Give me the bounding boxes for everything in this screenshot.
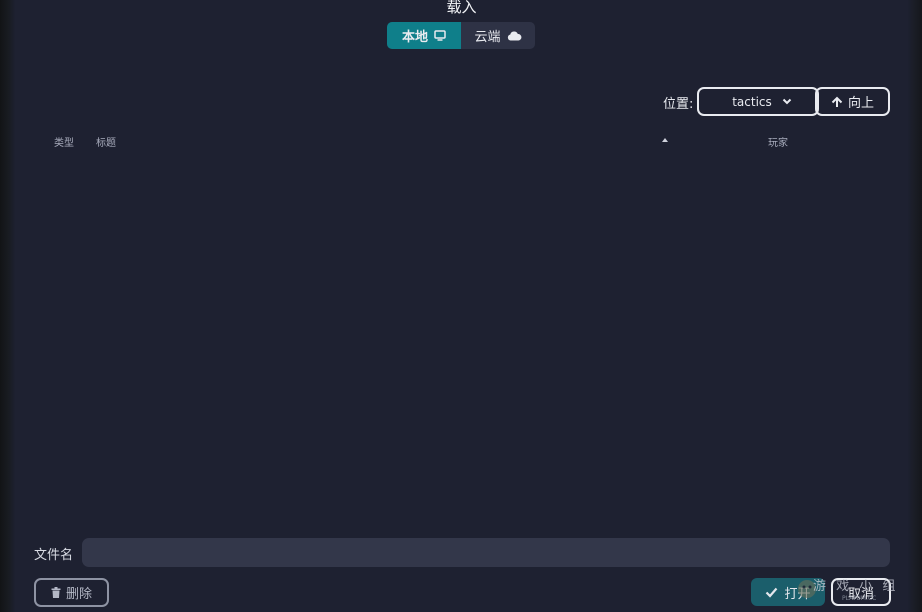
location-value: tactics [732, 94, 772, 109]
file-name-input[interactable] [82, 538, 890, 567]
column-header-type[interactable]: 类型 [54, 134, 74, 149]
right-border [908, 0, 922, 612]
check-icon [766, 587, 778, 598]
location-dropdown[interactable]: tactics [697, 87, 819, 116]
monitor-icon [434, 30, 446, 41]
delete-button[interactable]: 删除 [34, 578, 109, 607]
source-tabs: 本地 云端 [387, 22, 535, 49]
up-button[interactable]: 向上 [815, 87, 890, 116]
tab-local-label: 本地 [401, 30, 428, 45]
file-list[interactable] [35, 150, 890, 520]
cloud-icon [507, 31, 521, 40]
window: 载入 本地 云端 位置: tactics 向上 类型 标题 玩家 文件名 删除 … [0, 0, 922, 612]
tab-cloud[interactable]: 云端 [461, 22, 535, 49]
watermark-subtext: PLAYUM.CC [842, 595, 877, 602]
column-header-title[interactable]: 标题 [96, 134, 116, 149]
chevron-down-icon [782, 98, 791, 105]
tab-cloud-label: 云端 [474, 30, 501, 45]
column-header-player[interactable]: 玩家 [768, 134, 788, 149]
location-label: 位置: [663, 97, 694, 112]
delete-button-label: 删除 [65, 587, 92, 602]
arrow-up-icon [831, 96, 843, 107]
tab-local[interactable]: 本地 [387, 22, 461, 49]
dialog-title: 载入 [446, 0, 477, 16]
load-dialog: 载入 本地 云端 位置: tactics 向上 类型 标题 玩家 文件名 删除 … [15, 0, 908, 612]
trash-icon [51, 587, 61, 598]
file-name-label: 文件名 [34, 548, 74, 563]
sort-ascending-icon [662, 138, 668, 142]
up-button-label: 向上 [847, 96, 874, 111]
open-button-label: 打开 [784, 586, 811, 602]
left-border [0, 0, 15, 612]
watermark-text: 游 戏 小 组 [813, 579, 899, 594]
